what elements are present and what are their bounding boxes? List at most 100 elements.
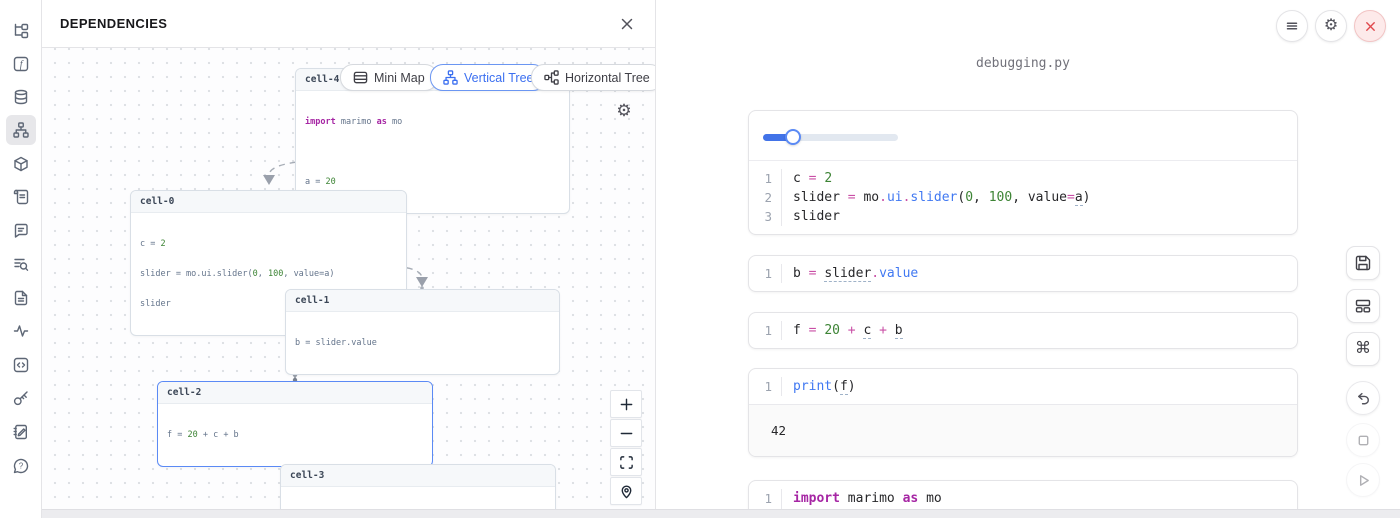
document-icon [13, 290, 29, 306]
mini-map-button[interactable]: Mini Map [340, 64, 438, 91]
line-number: 1 [749, 377, 781, 396]
sidebar-item-logs[interactable] [6, 182, 36, 212]
code-line: f = 20 + c + b [793, 321, 1297, 340]
node-code-line: import marimo as mo [305, 117, 560, 127]
vertical-tree-button[interactable]: Vertical Tree [430, 64, 546, 91]
play-icon [1356, 473, 1371, 488]
notebook-settings-button[interactable]: ⚙ [1315, 10, 1347, 42]
notebook-cell[interactable]: 1 b = slider.value [748, 255, 1298, 292]
app-window: f [0, 0, 1400, 518]
sidebar-item-search[interactable] [6, 249, 36, 279]
cell-editor[interactable]: 1 print(f) [749, 369, 1297, 404]
graph-zoom-controls [610, 390, 642, 506]
cell-editor[interactable]: 1 b = slider.value [749, 256, 1297, 291]
package-icon [13, 156, 29, 172]
key-icon [13, 390, 29, 406]
sidebar-item-file-explorer[interactable] [6, 16, 36, 46]
line-number: 1 [749, 264, 781, 283]
sidebar-item-secrets[interactable] [6, 383, 36, 413]
layout-button[interactable] [1346, 289, 1380, 323]
cell-editor[interactable]: 1 2 3 c = 2 slider = mo.ui.slider(0, 100… [749, 161, 1297, 234]
sidebar-item-chat[interactable] [6, 216, 36, 246]
run-button[interactable] [1346, 463, 1380, 497]
notebook-area: ⚙ debugging.py 1 2 3 c = 2 [656, 0, 1400, 518]
text-search-icon [13, 256, 29, 272]
database-icon [13, 89, 29, 105]
function-square-icon: f [13, 56, 29, 72]
minus-icon [619, 426, 634, 441]
rows-icon [353, 70, 368, 85]
line-number: 1 [749, 321, 781, 340]
graph-node-cell-3[interactable]: cell-3 print(f) [280, 464, 556, 509]
line-number: 2 [749, 188, 781, 207]
dependencies-panel-header: DEPENDENCIES [42, 0, 655, 48]
sidebar-item-datasources[interactable] [6, 82, 36, 112]
notebook-cell[interactable]: 1 print(f) 42 [748, 368, 1298, 457]
node-code-line: a = 20 [305, 177, 560, 187]
mini-map-label: Mini Map [374, 71, 425, 85]
sidebar-item-help[interactable]: ? [6, 451, 36, 481]
plus-icon [619, 397, 634, 412]
panel-title: DEPENDENCIES [60, 16, 167, 31]
dependencies-panel: DEPENDENCIES [42, 0, 656, 518]
slider-widget[interactable] [763, 134, 898, 141]
code-line: slider [793, 207, 1297, 226]
cell-output-area [749, 111, 1297, 161]
locate-node-button[interactable] [610, 477, 642, 505]
stop-icon [1356, 433, 1371, 448]
line-number: 1 [749, 169, 781, 188]
node-title: cell-1 [286, 290, 559, 312]
zoom-out-button[interactable] [610, 419, 642, 447]
graph-node-cell-2-selected[interactable]: cell-2 f = 20 + c + b [157, 381, 433, 467]
sidebar-item-dependencies[interactable] [6, 115, 36, 145]
node-code-line: slider = mo.ui.slider(0, 100, value=a) [140, 269, 397, 279]
svg-text:?: ? [19, 462, 24, 471]
notebook-cell[interactable]: 1 f = 20 + c + b [748, 312, 1298, 349]
shutdown-button[interactable] [1354, 10, 1386, 42]
slider-thumb[interactable] [785, 129, 801, 145]
fit-view-icon [619, 455, 634, 470]
layout-panel-icon [1355, 298, 1371, 314]
stop-button[interactable] [1346, 423, 1380, 457]
code-line: print(f) [793, 377, 1297, 396]
graph-node-cell-1[interactable]: cell-1 b = slider.value [285, 289, 560, 375]
keyboard-shortcuts-button[interactable]: ⌘ [1346, 332, 1380, 366]
node-title: cell-0 [131, 191, 406, 213]
sidebar-item-packages[interactable] [6, 149, 36, 179]
undo-icon [1356, 391, 1371, 406]
line-number: 1 [749, 489, 781, 508]
close-icon [620, 17, 634, 31]
zoom-in-button[interactable] [610, 390, 642, 418]
notebook-cell[interactable]: 1 2 3 c = 2 slider = mo.ui.slider(0, 100… [748, 110, 1298, 235]
sidebar-item-documentation[interactable] [6, 283, 36, 313]
sidebar-item-variables[interactable]: f [6, 49, 36, 79]
horizontal-tree-button[interactable]: Horizontal Tree [531, 64, 655, 91]
graph-settings-button[interactable]: ⚙ [613, 100, 635, 122]
horizontal-tree-label: Horizontal Tree [565, 71, 650, 85]
bottom-scrollbar-strip[interactable] [42, 509, 1400, 518]
console-output: 42 [749, 404, 1297, 456]
node-code-line: f = 20 + c + b [167, 430, 423, 440]
help-icon: ? [13, 458, 29, 474]
dependency-graph-canvas[interactable]: cell-4 import marimo as mo a = 20 cell-0… [42, 48, 655, 509]
chat-icon [13, 223, 29, 239]
code-line: c = 2 [793, 169, 1297, 188]
line-number: 3 [749, 207, 781, 226]
notebook-menu-button[interactable] [1276, 10, 1308, 42]
close-panel-button[interactable] [615, 12, 639, 36]
scroll-icon [13, 189, 29, 205]
save-button[interactable] [1346, 246, 1380, 280]
code-line: import marimo as mo [793, 489, 1297, 508]
code-square-icon [13, 357, 29, 373]
sidebar-item-scratchpad[interactable] [6, 417, 36, 447]
vertical-tree-icon [443, 70, 458, 85]
undo-button[interactable] [1346, 381, 1380, 415]
save-icon [1355, 255, 1371, 271]
activity-icon [13, 323, 29, 339]
cell-editor[interactable]: 1 f = 20 + c + b [749, 313, 1297, 348]
fit-view-button[interactable] [610, 448, 642, 476]
map-pin-icon [619, 484, 634, 499]
sidebar-item-tracing[interactable] [6, 316, 36, 346]
notebook-pen-icon [13, 424, 29, 440]
sidebar-item-snippets[interactable] [6, 350, 36, 380]
